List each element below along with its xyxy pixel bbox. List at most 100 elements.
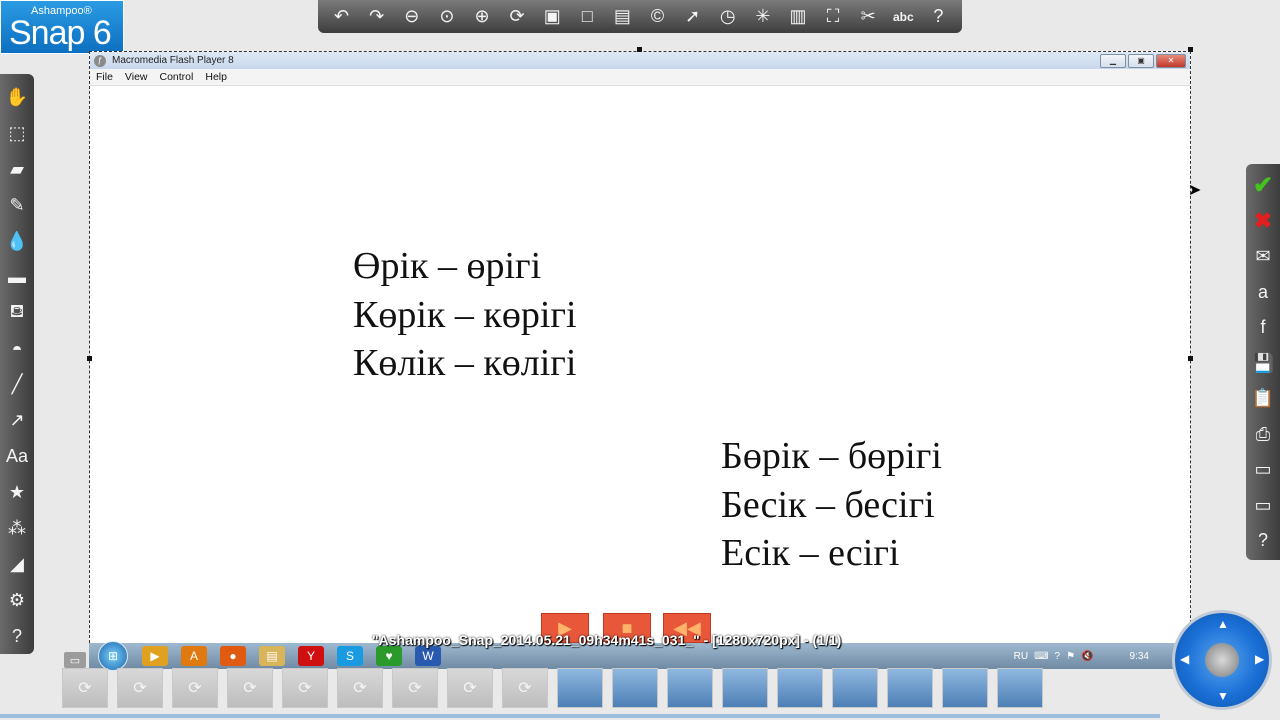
text-icon[interactable]: Aa bbox=[2, 439, 32, 475]
help-tray-icon[interactable]: ? bbox=[1055, 651, 1061, 662]
facebook-icon[interactable]: f bbox=[1248, 310, 1278, 346]
resize-handle[interactable] bbox=[1188, 356, 1193, 361]
image-icon[interactable]: ▣ bbox=[535, 2, 570, 32]
thumbnail[interactable] bbox=[997, 668, 1043, 708]
close-button[interactable]: ✕ bbox=[1156, 53, 1186, 68]
eraser-icon[interactable]: ▰ bbox=[2, 152, 32, 188]
thumbnail[interactable]: ⟳ bbox=[117, 668, 163, 708]
thumbnail[interactable]: ⟳ bbox=[337, 668, 383, 708]
thumbnail[interactable] bbox=[887, 668, 933, 708]
stamp-icon[interactable]: ★ bbox=[2, 475, 32, 511]
word-line: Өрік – өрігі bbox=[353, 245, 542, 287]
avast-icon[interactable]: A bbox=[181, 646, 207, 666]
copyright-icon[interactable]: © bbox=[640, 2, 675, 32]
magic-icon[interactable]: ✳ bbox=[745, 2, 780, 32]
redo-icon[interactable]: ↷ bbox=[359, 2, 394, 32]
explorer-icon[interactable]: ▤ bbox=[259, 646, 285, 666]
thumbnail[interactable] bbox=[777, 668, 823, 708]
thumbnail[interactable] bbox=[942, 668, 988, 708]
word-icon[interactable]: W bbox=[415, 646, 441, 666]
nav-left-icon[interactable]: ◀ bbox=[1180, 652, 1189, 666]
menu-help[interactable]: Help bbox=[199, 69, 233, 85]
word-line: Бесік – бесігі bbox=[721, 483, 935, 526]
zoom-1to1-icon[interactable]: ⊙ bbox=[429, 2, 464, 32]
thumbnail[interactable] bbox=[667, 668, 713, 708]
settings-icon[interactable]: ⚙ bbox=[2, 582, 32, 618]
skype-icon[interactable]: S bbox=[337, 646, 363, 666]
ruler-icon[interactable]: ◢ bbox=[2, 546, 32, 582]
volume-icon[interactable]: 🔇 bbox=[1081, 651, 1093, 662]
thumbnail[interactable]: ⟳ bbox=[447, 668, 493, 708]
open-folder-icon[interactable]: ▭ bbox=[1248, 488, 1278, 524]
thumbnail[interactable]: ⟳ bbox=[227, 668, 273, 708]
agent-icon[interactable]: ♥ bbox=[376, 646, 402, 666]
cancel-icon[interactable]: ✖ bbox=[1248, 204, 1278, 240]
thumbnail[interactable]: ⟳ bbox=[62, 668, 108, 708]
word-list-right: Бөрік – бөрігі Бесік – бесігі Есік – есі… bbox=[721, 432, 942, 578]
thumbnail[interactable] bbox=[832, 668, 878, 708]
save-icon[interactable]: 💾 bbox=[1248, 346, 1278, 382]
email-icon[interactable]: ✉ bbox=[1248, 239, 1278, 275]
firefox-icon[interactable]: ● bbox=[220, 646, 246, 666]
resize-handle[interactable] bbox=[637, 47, 642, 52]
clipboard-icon[interactable]: 📋 bbox=[1248, 381, 1278, 417]
menu-control[interactable]: Control bbox=[154, 69, 200, 85]
fit-icon[interactable]: ⛶ bbox=[816, 2, 851, 32]
help-icon[interactable]: ? bbox=[1248, 523, 1278, 559]
flag-icon[interactable]: ⚑ bbox=[1066, 651, 1075, 662]
yandex-icon[interactable]: Y bbox=[298, 646, 324, 666]
thumbnail[interactable] bbox=[722, 668, 768, 708]
rotate-icon[interactable]: ⟳ bbox=[500, 2, 535, 32]
zoom-out-icon[interactable]: ⊖ bbox=[394, 2, 429, 32]
accept-icon[interactable]: ✔ bbox=[1248, 168, 1278, 204]
drop-icon[interactable]: 💧 bbox=[2, 224, 32, 260]
menu-view[interactable]: View bbox=[119, 69, 154, 85]
bucket-icon[interactable]: ⛾ bbox=[2, 295, 32, 331]
arrow-icon[interactable]: ↗ bbox=[2, 403, 32, 439]
select-icon[interactable]: ⬚ bbox=[2, 116, 32, 152]
pen-icon[interactable]: ✎ bbox=[2, 188, 32, 224]
nav-down-icon[interactable]: ▼ bbox=[1217, 689, 1229, 703]
pointer-icon[interactable]: ➚ bbox=[675, 2, 710, 32]
hand-icon[interactable]: ✋ bbox=[2, 80, 32, 116]
panel-icon[interactable]: ▬ bbox=[2, 259, 32, 295]
thumbnail[interactable]: ⟳ bbox=[392, 668, 438, 708]
media-player-icon[interactable]: ▶ bbox=[142, 646, 168, 666]
web-icon[interactable]: a bbox=[1248, 275, 1278, 311]
help-icon[interactable]: ? bbox=[921, 2, 956, 32]
clock[interactable]: 9:34 bbox=[1130, 651, 1149, 662]
thumbnail[interactable]: ⟳ bbox=[502, 668, 548, 708]
thumbnail[interactable] bbox=[612, 668, 658, 708]
zoom-in-icon[interactable]: ⊕ bbox=[464, 2, 499, 32]
crop-frame-icon[interactable]: □ bbox=[570, 2, 605, 32]
resize-handle[interactable] bbox=[87, 356, 92, 361]
cut-stripe-icon[interactable]: ▤ bbox=[605, 2, 640, 32]
scrollbar[interactable] bbox=[0, 714, 1160, 718]
brush-icon[interactable]: ╱ bbox=[2, 367, 32, 403]
menu-file[interactable]: File bbox=[90, 69, 119, 85]
navigation-wheel[interactable]: ▲ ▼ ◀ ▶ bbox=[1172, 610, 1272, 710]
spellcheck-icon[interactable]: abc bbox=[886, 2, 921, 32]
app-logo: Ashampoo® Snap 6 bbox=[0, 0, 124, 54]
thumbnail[interactable]: ⟳ bbox=[172, 668, 218, 708]
resize-handle[interactable] bbox=[1188, 47, 1193, 52]
numbering-icon[interactable]: ⁂ bbox=[2, 511, 32, 547]
undo-icon[interactable]: ↶ bbox=[324, 2, 359, 32]
word-line: Көлік – көлігі bbox=[353, 342, 577, 384]
thumbnail[interactable]: ⟳ bbox=[282, 668, 328, 708]
keyboard-icon[interactable]: ⌨ bbox=[1034, 651, 1048, 662]
nav-right-icon[interactable]: ▶ bbox=[1255, 652, 1264, 666]
print-icon[interactable]: ⎙ bbox=[1248, 417, 1278, 453]
shape-icon[interactable]: ◓ bbox=[2, 331, 32, 367]
nav-up-icon[interactable]: ▲ bbox=[1217, 617, 1229, 631]
folder-icon[interactable]: ▭ bbox=[1248, 452, 1278, 488]
scissors-icon[interactable]: ✂ bbox=[851, 2, 886, 32]
document-icon[interactable]: ▥ bbox=[780, 2, 815, 32]
nav-hub[interactable] bbox=[1205, 643, 1239, 677]
minimize-button[interactable]: ▁ bbox=[1100, 53, 1126, 68]
thumbnail[interactable] bbox=[557, 668, 603, 708]
help-icon[interactable]: ? bbox=[2, 618, 32, 654]
maximize-button[interactable]: ▣ bbox=[1128, 53, 1154, 68]
clock-icon[interactable]: ◷ bbox=[710, 2, 745, 32]
language-indicator[interactable]: RU bbox=[1014, 651, 1028, 662]
